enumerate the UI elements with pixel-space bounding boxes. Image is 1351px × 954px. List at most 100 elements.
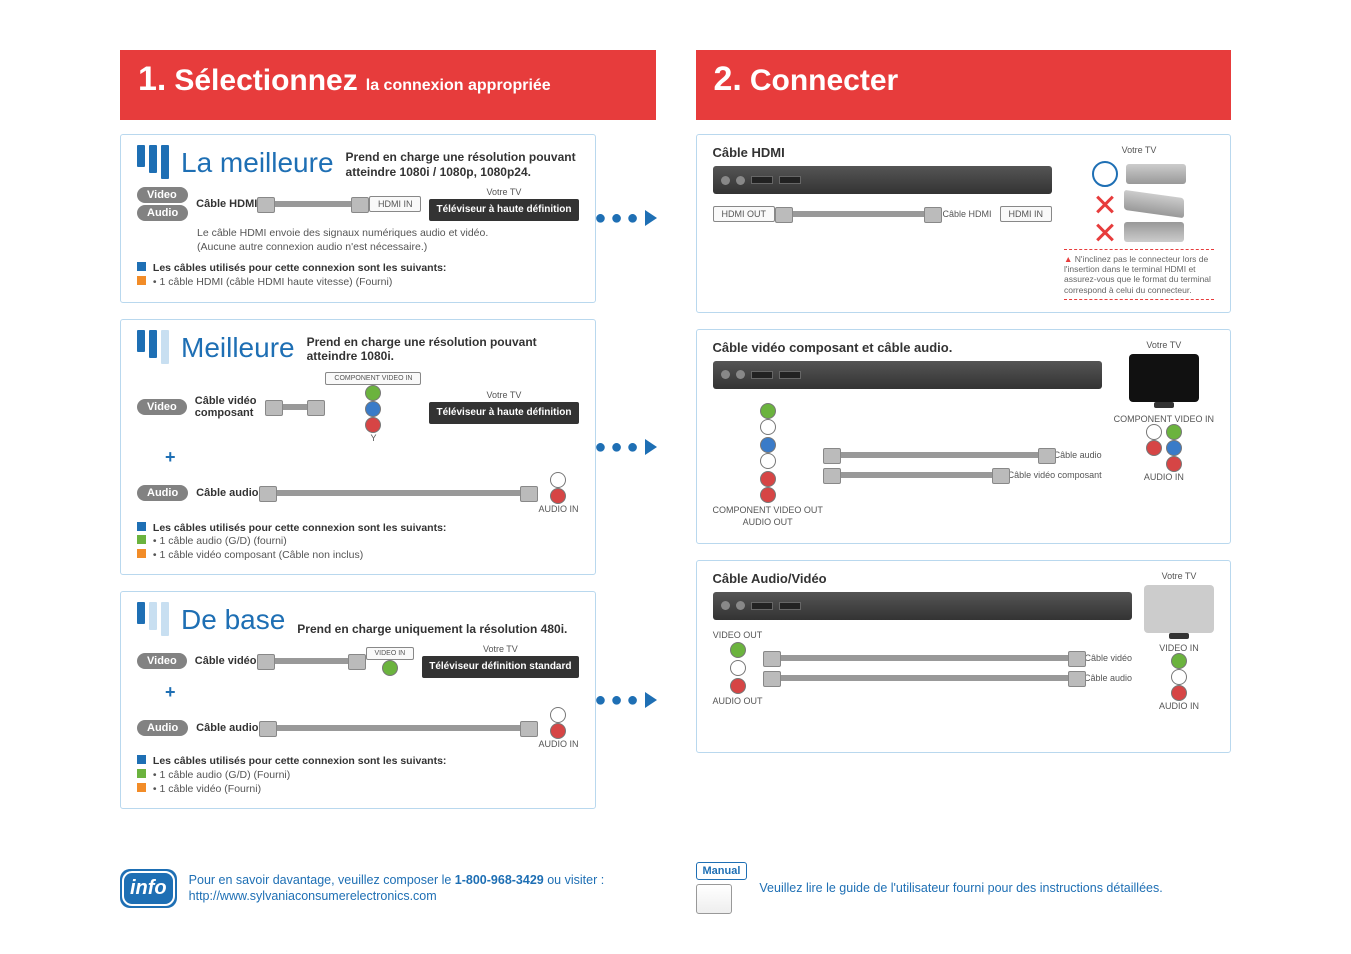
right-comp-title: Câble vidéo composant et câble audio. xyxy=(713,340,1102,355)
square-icon xyxy=(137,755,146,764)
bars-icon xyxy=(137,330,169,364)
info-badge-icon: info xyxy=(120,869,177,908)
panel-best-desc: Prend en charge une résolution pouvant a… xyxy=(346,150,576,179)
cable-audio-label: Câble audio xyxy=(196,487,258,499)
best-cables-used: Les câbles utilisés pour cette connexion… xyxy=(137,262,579,289)
bad-x-icon xyxy=(1094,221,1116,243)
content-row: La meilleure Prend en charge une résolut… xyxy=(120,134,1231,846)
tv-caption: Votre TV xyxy=(487,390,522,400)
right-hdmi-title: Câble HDMI xyxy=(713,145,1053,160)
header-row: 1. Sélectionnez la connexion appropriée … xyxy=(120,50,1231,120)
plug-tilt-icon xyxy=(1124,190,1184,218)
video-pill: Video xyxy=(137,187,188,203)
col-right: Câble HDMI HDMI OUT Câble HDMI HDMI IN V… xyxy=(696,134,1232,846)
info-text: Pour en savoir davantage, veuillez compo… xyxy=(189,872,656,905)
header-left: 1. Sélectionnez la connexion appropriée xyxy=(120,50,656,120)
tv-sd-box: Téléviseur définition standard xyxy=(422,656,578,678)
basic-cables-used: Les câbles utilisés pour cette connexion… xyxy=(137,755,579,796)
comp-in-port: COMPONENT VIDEO IN xyxy=(325,372,421,385)
video-cable-icon xyxy=(265,658,358,664)
right-panel-component: Câble vidéo composant et câble audio. C xyxy=(696,329,1232,544)
tv-caption: Votre TV xyxy=(1162,571,1197,581)
hdmi-out-port: HDMI OUT xyxy=(713,206,776,222)
plug-flip-icon xyxy=(1124,222,1184,242)
tv-caption: Votre TV xyxy=(1122,145,1157,155)
ok-circle-icon xyxy=(1092,161,1118,187)
audio-cable-icon xyxy=(771,675,1078,681)
y-jack-icon xyxy=(365,385,381,401)
header-left-num: 1. xyxy=(138,60,166,99)
panel-best-title: La meilleure xyxy=(181,147,334,179)
cable-comp-label: Câble vidéo composant xyxy=(195,395,265,419)
plus-icon: + xyxy=(165,682,176,702)
square-icon xyxy=(137,535,146,544)
tv-caption: Votre TV xyxy=(487,187,522,197)
row-best: La meilleure Prend en charge une résolut… xyxy=(120,134,656,303)
comp-cable-icon xyxy=(831,472,1002,478)
video-in-port: VIDEO IN xyxy=(366,647,415,660)
audio-cable-icon xyxy=(831,452,1048,458)
tv-caption: Votre TV xyxy=(1146,340,1181,350)
panel-better: Meilleure Prend en charge une résolution… xyxy=(120,319,596,576)
row-basic: De base Prend en charge uniquement la ré… xyxy=(120,591,656,809)
manual-text: Veuillez lire le guide de l'utilisateur … xyxy=(759,880,1162,896)
footer-right: Manual Veuillez lire le guide de l'utili… xyxy=(696,862,1232,914)
bars-icon xyxy=(137,145,169,179)
hdmi-cable-icon xyxy=(265,201,361,207)
device-back-icon xyxy=(713,361,1102,389)
square-icon xyxy=(137,549,146,558)
audio-cable-icon xyxy=(267,725,531,731)
header-right-title: Connecter xyxy=(750,64,898,98)
manual-tag: Manual xyxy=(696,862,748,880)
l-jack-icon xyxy=(550,707,566,723)
square-icon xyxy=(137,262,146,271)
header-right-num: 2. xyxy=(714,60,742,99)
arrow-basic: ●●● xyxy=(596,689,656,712)
right-panel-av: Câble Audio/Vidéo VIDEO OUT xyxy=(696,560,1232,753)
panel-basic-title: De base xyxy=(181,604,285,636)
pb-jack-icon xyxy=(365,401,381,417)
video-cable-icon xyxy=(771,655,1079,661)
tv-hd-box: Téléviseur à haute définition xyxy=(429,199,578,221)
panel-best: La meilleure Prend en charge une résolut… xyxy=(120,134,596,303)
hdmi-note: Le câble HDMI envoie des signaux numériq… xyxy=(197,227,579,254)
manual-book-icon xyxy=(696,884,732,914)
square-icon xyxy=(137,769,146,778)
better-cables-used: Les câbles utilisés pour cette connexion… xyxy=(137,522,579,563)
hdmi-cable-icon xyxy=(783,211,934,217)
r-jack-icon xyxy=(550,723,566,739)
audio-pill: Audio xyxy=(137,485,188,501)
device-back-icon xyxy=(713,592,1133,620)
row-better: Meilleure Prend en charge une résolution… xyxy=(120,319,656,576)
header-right: 2. Connecter xyxy=(696,50,1232,120)
hdmi-in-port: HDMI IN xyxy=(369,196,422,212)
footer-left: info Pour en savoir davantage, veuillez … xyxy=(120,869,656,908)
arrow-best: ●●● xyxy=(596,207,656,230)
plus-icon: + xyxy=(165,447,176,467)
right-panel-hdmi: Câble HDMI HDMI OUT Câble HDMI HDMI IN V… xyxy=(696,134,1232,313)
hdmi-warning-note: ▲ N'inclinez pas le connecteur lors de l… xyxy=(1064,249,1214,300)
device-back-icon xyxy=(713,166,1053,194)
panel-better-title: Meilleure xyxy=(181,332,295,364)
cable-video-label: Câble vidéo xyxy=(195,655,257,667)
audio-cable-icon xyxy=(267,490,531,496)
audio-pill: Audio xyxy=(137,205,188,221)
square-icon xyxy=(137,783,146,792)
cable-audio-label: Câble audio xyxy=(196,722,258,734)
page: 1. Sélectionnez la connexion appropriée … xyxy=(0,0,1351,954)
bad-x-icon xyxy=(1094,193,1116,215)
tv-hd-box: Téléviseur à haute définition xyxy=(429,402,578,424)
panel-basic-desc: Prend en charge uniquement la résolution… xyxy=(297,622,567,636)
header-left-title: Sélectionnez xyxy=(174,64,357,98)
tv-icon xyxy=(1129,354,1199,402)
header-left-sub: la connexion appropriée xyxy=(366,77,551,95)
square-icon xyxy=(137,522,146,531)
arrow-better: ●●● xyxy=(596,436,656,459)
pr-jack-icon xyxy=(365,417,381,433)
panel-basic: De base Prend en charge uniquement la ré… xyxy=(120,591,596,809)
square-icon xyxy=(137,276,146,285)
video-jack-icon xyxy=(382,660,398,676)
video-pill: Video xyxy=(137,653,187,669)
comp-cable-icon xyxy=(273,404,318,410)
hdmi-in-port: HDMI IN xyxy=(1000,206,1053,222)
